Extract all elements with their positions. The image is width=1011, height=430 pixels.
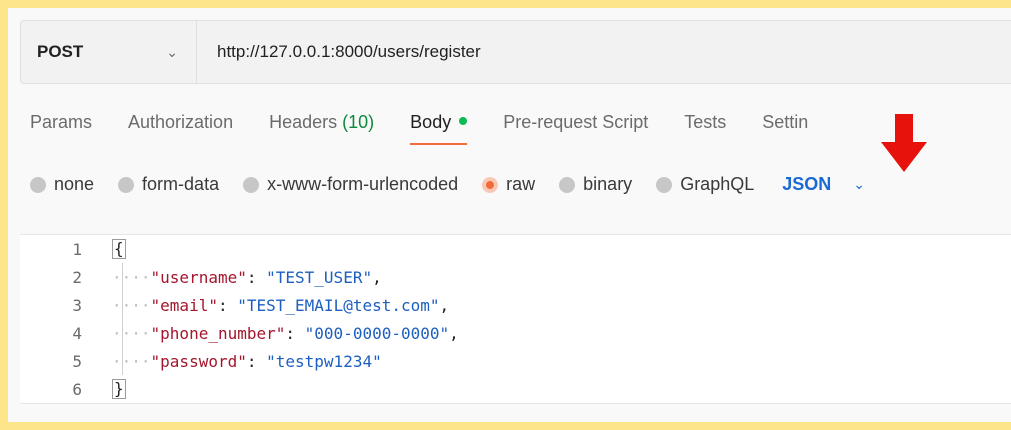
url-input[interactable]: http://127.0.0.1:8000/users/register <box>197 42 481 62</box>
chevron-down-icon: ⌄ <box>166 43 178 60</box>
editor-line: 2 ····"username": "TEST_USER", <box>20 263 1011 291</box>
editor-line: 4 ····"phone_number": "000-0000-0000", <box>20 319 1011 347</box>
json-comma: , <box>372 267 382 287</box>
tab-params[interactable]: Params <box>30 108 92 145</box>
tab-label: Body <box>410 112 452 132</box>
tab-pre-request-script[interactable]: Pre-request Script <box>503 108 648 145</box>
radio-none[interactable]: none <box>30 174 94 195</box>
json-key: "password" <box>150 351 247 371</box>
tab-tests[interactable]: Tests <box>684 108 726 145</box>
tab-label: Authorization <box>128 112 234 132</box>
editor-line: 5 ····"password": "testpw1234" <box>20 347 1011 375</box>
tab-label: Headers <box>269 112 338 132</box>
editor-line: 1 { <box>20 235 1011 263</box>
radio-circle <box>243 176 260 193</box>
json-value: "TEST_EMAIL@test.com" <box>237 295 440 315</box>
line-number: 6 <box>72 379 82 399</box>
radio-label: form-data <box>142 174 220 194</box>
radio-binary[interactable]: binary <box>559 174 632 195</box>
editor-line: 6 } <box>20 375 1011 403</box>
line-number: 3 <box>72 295 82 315</box>
radio-label: GraphQL <box>680 174 755 194</box>
radio-circle <box>482 176 499 193</box>
request-bar: POST ⌄ http://127.0.0.1:8000/users/regis… <box>20 20 1011 84</box>
indent-dots: ···· <box>112 295 151 315</box>
tab-headers[interactable]: Headers (10) <box>269 108 374 145</box>
json-key: "phone_number" <box>150 323 286 343</box>
tab-settings[interactable]: Settin <box>762 108 808 145</box>
body-type-options: none form-data x-www-form-urlencoded raw… <box>30 174 865 195</box>
request-tabs: Params Authorization Headers (10) Body P… <box>30 108 844 145</box>
json-value: "000-0000-0000" <box>304 323 450 343</box>
tab-authorization[interactable]: Authorization <box>128 108 233 145</box>
radio-label: x-www-form-urlencoded <box>267 174 459 194</box>
highlight-frame: POST ⌄ http://127.0.0.1:8000/users/regis… <box>0 0 1011 430</box>
tab-label: Settin <box>762 112 809 132</box>
json-comma: , <box>449 323 459 343</box>
line-number: 5 <box>72 351 82 371</box>
json-comma: , <box>439 295 450 315</box>
indent-dots: ···· <box>112 267 151 287</box>
tab-body[interactable]: Body <box>410 108 468 145</box>
radio-circle <box>118 176 135 193</box>
line-number: 1 <box>72 239 82 259</box>
radio-x-www-form-urlencoded[interactable]: x-www-form-urlencoded <box>243 174 458 195</box>
format-dropdown[interactable]: JSON ⌄ <box>782 174 865 195</box>
radio-circle <box>30 176 46 193</box>
radio-label: raw <box>506 174 536 194</box>
headers-count: (10) <box>342 112 375 132</box>
tab-label: Pre-request Script <box>503 112 649 132</box>
line-number: 2 <box>72 267 82 287</box>
radio-label: binary <box>583 174 633 194</box>
editor-line: 3 ····"email": "TEST_EMAIL@test.com", <box>20 291 1011 319</box>
open-brace: { <box>112 239 126 259</box>
radio-graphql[interactable]: GraphQL <box>656 174 754 195</box>
close-brace: } <box>112 379 126 399</box>
indent-dots: ···· <box>112 351 151 371</box>
method-label: POST <box>37 42 84 61</box>
radio-raw[interactable]: raw <box>482 174 535 195</box>
method-select[interactable]: POST ⌄ <box>21 21 197 83</box>
json-value: "testpw1234" <box>266 351 382 371</box>
format-label: JSON <box>782 174 832 194</box>
json-value: "TEST_USER" <box>266 267 373 287</box>
tab-label: Params <box>30 112 93 132</box>
radio-circle <box>559 176 576 193</box>
code-editor[interactable]: 1 { 2 ····"username": "TEST_USER", 3 ···… <box>20 234 1011 404</box>
tab-label: Tests <box>684 112 727 132</box>
chevron-down-icon: ⌄ <box>853 176 865 192</box>
line-number: 4 <box>72 323 82 343</box>
radio-form-data[interactable]: form-data <box>118 174 219 195</box>
radio-label: none <box>54 174 95 194</box>
json-key: "username" <box>150 267 247 287</box>
indent-dots: ···· <box>112 323 151 343</box>
radio-circle <box>656 176 673 193</box>
red-arrow-down-icon <box>881 114 927 172</box>
json-key: "email" <box>150 295 218 315</box>
body-status-dot <box>459 117 468 126</box>
